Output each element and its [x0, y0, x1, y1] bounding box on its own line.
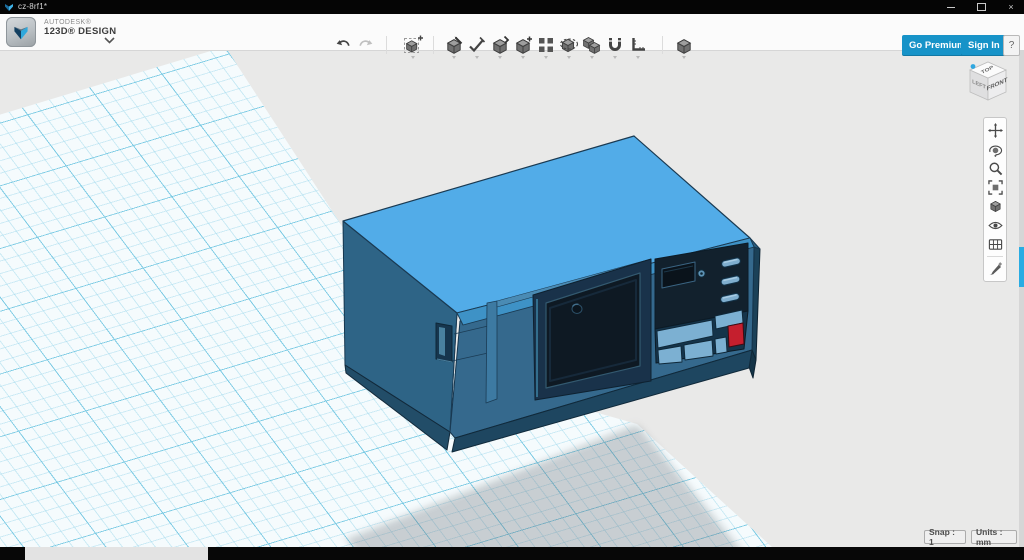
material-button[interactable]: [985, 259, 1005, 278]
navbar-separator: [987, 256, 1003, 257]
combine-add-icon: [513, 35, 533, 55]
view-cube-home-dot[interactable]: [971, 64, 976, 69]
shade-cube-icon: [988, 199, 1003, 214]
solid-tool-button[interactable]: [674, 35, 694, 55]
sign-in-button[interactable]: Sign In: [961, 35, 1007, 56]
undo-button[interactable]: [333, 35, 353, 55]
chevron-down-icon[interactable]: [104, 37, 115, 44]
grid-icon: [988, 237, 1003, 252]
toolbar-separator: [433, 36, 434, 54]
brush-icon: [988, 261, 1003, 276]
measure-button[interactable]: [628, 35, 648, 55]
pattern-button[interactable]: [536, 35, 556, 55]
shade-button[interactable]: [985, 197, 1005, 216]
primitives-icon: [402, 34, 424, 56]
primitives-button[interactable]: [401, 35, 425, 55]
main-toolbar: AUTODESK® 123D® DESIGN: [0, 14, 1024, 51]
navigation-toolbar: [983, 117, 1007, 282]
toolbar-separator: [386, 36, 387, 54]
construct-button[interactable]: [467, 35, 487, 55]
minimize-button[interactable]: [944, 1, 958, 13]
sketch-button[interactable]: [444, 35, 464, 55]
pan-button[interactable]: [985, 121, 1005, 140]
orbit-button[interactable]: [985, 140, 1005, 159]
snap-badge[interactable]: Snap : 1: [924, 530, 966, 544]
combine-add-button[interactable]: [513, 35, 533, 55]
right-edge-scroll-indicator[interactable]: [1019, 247, 1024, 287]
orbit-icon: [988, 142, 1003, 157]
modify-icon: [490, 35, 510, 55]
zoom-button[interactable]: [985, 159, 1005, 178]
right-edge-strip: [1019, 51, 1024, 547]
ruler-icon: [628, 35, 648, 55]
app-icon: [4, 2, 14, 12]
view-cube[interactable]: TOP FRONT LEFT: [960, 55, 1016, 107]
grid-settings-button[interactable]: [985, 235, 1005, 254]
toolbar-separator: [662, 36, 663, 54]
taskbar: [0, 547, 1024, 560]
viewport-canvas[interactable]: TOP FRONT LEFT: [0, 51, 1024, 547]
app-menu-button[interactable]: [6, 17, 36, 47]
undo-icon: [334, 36, 353, 55]
title-bar: cz-8rf1* ×: [0, 0, 1024, 14]
sketch-icon: [444, 35, 464, 55]
combine-icon: [582, 35, 602, 55]
model-3d[interactable]: [0, 51, 1024, 547]
magnet-icon: [605, 35, 625, 55]
grouping-button[interactable]: [559, 35, 579, 55]
fit-button[interactable]: [985, 178, 1005, 197]
magnifier-icon: [988, 161, 1003, 176]
door-recess-left-wall[interactable]: [486, 301, 497, 403]
redo-icon: [356, 36, 375, 55]
help-button[interactable]: ?: [1003, 35, 1020, 56]
units-badge[interactable]: Units : mm: [971, 530, 1017, 544]
keypad-button[interactable]: [715, 337, 727, 354]
window-title: cz-8rf1*: [18, 0, 47, 14]
close-button[interactable]: ×: [1004, 1, 1018, 13]
fit-icon: [988, 180, 1003, 195]
brand-text: AUTODESK® 123D® DESIGN: [44, 19, 116, 38]
eye-icon: [988, 218, 1003, 233]
visibility-button[interactable]: [985, 216, 1005, 235]
door-handle-inner: [439, 327, 445, 356]
combine-button[interactable]: [582, 35, 602, 55]
solid-cube-icon: [674, 35, 694, 55]
construct-icon: [467, 35, 487, 55]
pan-icon: [988, 123, 1003, 138]
snap-button[interactable]: [605, 35, 625, 55]
app-window: { "window": { "title": "cz-8rf1*", "cont…: [0, 0, 1024, 560]
pattern-icon: [536, 35, 556, 55]
modify-button[interactable]: [490, 35, 510, 55]
redo-button[interactable]: [355, 35, 375, 55]
grouping-icon: [559, 35, 579, 55]
123d-logo-icon: [10, 21, 32, 43]
restore-button[interactable]: [974, 1, 988, 13]
taskbar-segment[interactable]: [25, 547, 208, 560]
keypad-red-button[interactable]: [728, 323, 744, 347]
